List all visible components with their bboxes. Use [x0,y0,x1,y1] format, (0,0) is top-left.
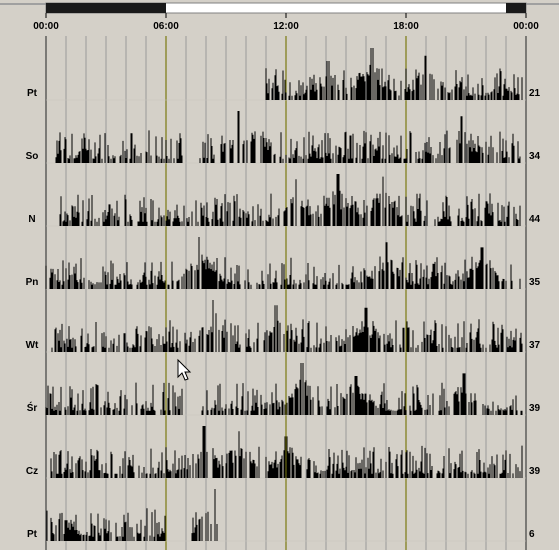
day-count: 44 [529,214,541,225]
day-label: Pt [27,88,38,99]
timeline-dark-segment [506,3,526,13]
day-label: Wt [26,340,39,351]
day-count: 39 [529,403,541,414]
day-label: N [28,214,35,225]
day-label: Pn [26,277,39,288]
time-tick-label: 12:00 [273,21,299,32]
timeline-dark-segment [46,3,166,13]
day-count: 34 [529,151,541,162]
day-count: 37 [529,340,541,351]
day-count: 35 [529,277,541,288]
day-count: 21 [529,88,541,99]
day-label: Śr [27,401,38,414]
day-count: 39 [529,466,541,477]
activity-chart: 00:00 06:00 12:00 18:00 00:00 Pt 21 So 34 N 44 Pn 3… [0,0,559,550]
time-tick-label: 00:00 [513,21,539,32]
day-label: Cz [26,466,38,477]
time-tick-label: 18:00 [393,21,419,32]
time-tick-label: 06:00 [153,21,179,32]
time-tick-label: 00:00 [33,21,59,32]
day-label: Pt [27,529,38,540]
timeline-bar[interactable] [45,2,527,14]
day-count: 6 [529,529,535,540]
day-label: So [26,151,39,162]
